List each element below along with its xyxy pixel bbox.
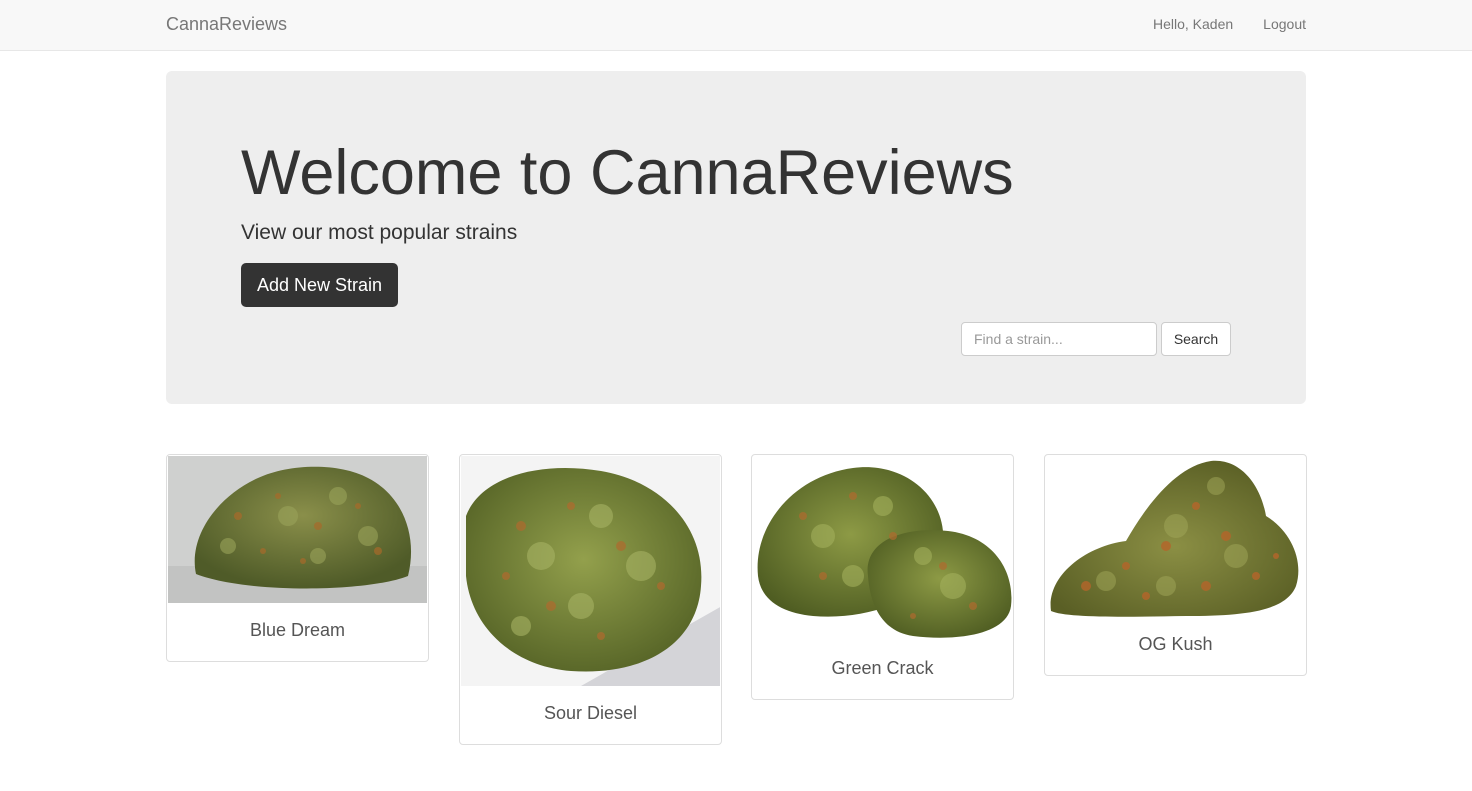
page-title: Welcome to CannaReviews [241,138,1014,208]
strain-card-og-kush[interactable]: OG Kush [1044,454,1307,676]
strain-card-sour-diesel[interactable]: Sour Diesel [459,454,722,745]
strain-card-blue-dream[interactable]: Blue Dream [166,454,429,662]
strain-name: Sour Diesel [543,703,638,723]
search-input[interactable] [961,322,1157,356]
brand-link[interactable]: CannaReviews [166,14,287,35]
strain-image [168,456,427,603]
strain-image [1046,456,1305,617]
search-button[interactable]: Search [1161,322,1231,356]
logout-link[interactable]: Logout [1263,16,1306,32]
nav-right: Hello, Kaden Logout [1153,16,1306,32]
user-greeting-link[interactable]: Hello, Kaden [1153,16,1233,32]
strain-name: Blue Dream [249,620,346,640]
jumbotron: Welcome to CannaReviews View our most po… [166,71,1306,404]
strain-image [753,456,1012,641]
strain-image [461,456,720,686]
strain-name: Green Crack [831,658,934,678]
strain-name: OG Kush [1138,634,1213,654]
add-new-strain-button[interactable]: Add New Strain [241,263,398,307]
page-subtitle: View our most popular strains [241,221,518,244]
navbar: CannaReviews Hello, Kaden Logout [0,0,1472,51]
strain-card-green-crack[interactable]: Green Crack [751,454,1014,700]
